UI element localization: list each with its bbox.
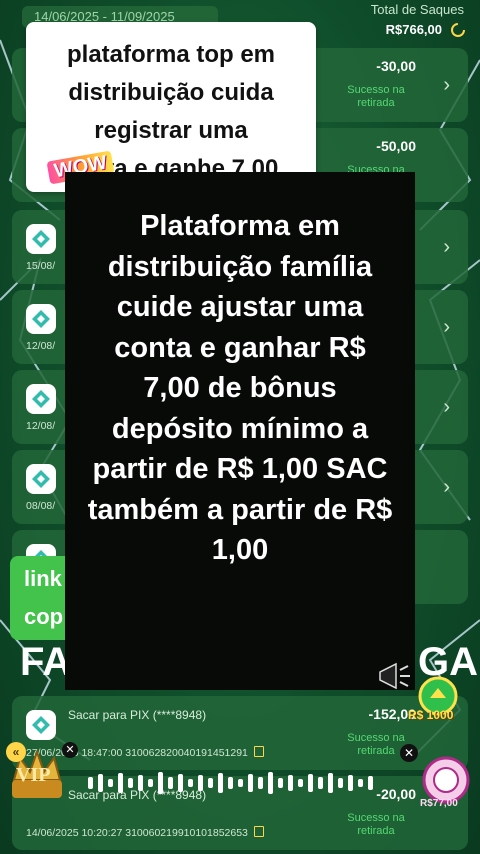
sticker-line: distribuição cuida <box>68 79 274 106</box>
pix-icon <box>26 304 56 334</box>
sticker-text: plataforma top em distribuição cuida reg… <box>26 36 316 174</box>
chevron-right-icon[interactable]: › <box>443 476 450 499</box>
pix-icon <box>26 464 56 494</box>
close-icon[interactable]: ✕ <box>62 742 78 758</box>
transaction-meta: 15/08/ <box>26 260 56 272</box>
transaction-meta: 14/06/2025 10:20:27 31006021991010185265… <box>26 826 264 839</box>
status-line: Sucesso na <box>347 812 405 824</box>
close-icon[interactable]: ✕ <box>400 744 418 762</box>
chevron-right-icon[interactable]: › <box>443 396 450 419</box>
reward-amount[interactable]: R$ 1000 <box>408 708 453 722</box>
transaction-description: Sacar para PIX (****8948) <box>68 708 207 722</box>
pix-icon <box>26 384 56 414</box>
sticker-line: plataforma top em <box>66 41 276 68</box>
transaction-meta: 12/08/ <box>26 340 56 352</box>
transaction-status: Sucesso na retirada <box>336 84 416 110</box>
status-line: retirada <box>357 745 395 757</box>
transaction-amount: -50,00 <box>376 138 416 154</box>
transaction-meta: 08/08/ <box>26 500 56 512</box>
audio-waveform <box>88 772 373 794</box>
tag-line: cop <box>24 604 64 629</box>
tag-line: link <box>24 566 62 591</box>
overlay-caption-text: Plataforma em distribuição família cuide… <box>87 210 393 566</box>
pix-icon <box>26 710 56 740</box>
chevron-right-icon[interactable]: › <box>443 74 450 97</box>
chevron-right-icon[interactable]: › <box>443 236 450 259</box>
transaction-meta-text: 14/06/2025 10:20:27 31006021991010185265… <box>26 827 248 839</box>
pix-icon <box>26 224 56 254</box>
chevron-right-icon[interactable]: › <box>443 316 450 339</box>
vip-label: VIP <box>16 764 51 786</box>
copy-icon[interactable] <box>253 826 264 837</box>
transaction-row[interactable]: Sacar para PIX (****8948) 27/06/2025 18:… <box>12 696 468 770</box>
collapse-chevron-icon[interactable]: « <box>6 742 26 762</box>
caption-overlay: Plataforma em distribuição família cuide… <box>65 172 415 690</box>
transaction-amount: -30,00 <box>376 58 416 74</box>
status-line: retirada <box>357 97 395 109</box>
status-line: Sucesso na <box>347 732 405 744</box>
chip-amount[interactable]: R$77,00 <box>420 798 458 809</box>
megaphone-icon <box>379 662 410 690</box>
transaction-meta: 12/08/ <box>26 420 56 432</box>
copy-icon[interactable] <box>253 746 264 757</box>
banner-left-text: FA <box>20 640 72 684</box>
refresh-icon[interactable] <box>450 22 466 38</box>
status-line: retirada <box>357 825 395 837</box>
transaction-status: Sucesso na retirada <box>336 812 416 838</box>
sticker-line: registrar uma <box>94 117 248 144</box>
status-line: Sucesso na <box>347 84 405 96</box>
total-withdrawals-value: R$766,00 <box>385 22 442 37</box>
total-withdrawals-label: Total de Saques <box>370 2 464 17</box>
